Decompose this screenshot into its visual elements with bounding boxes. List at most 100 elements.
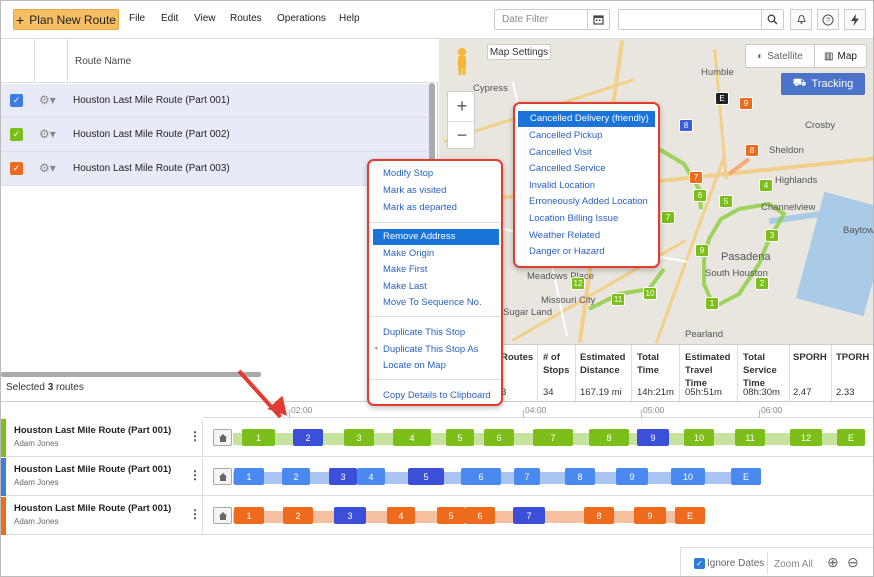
timeline-stop[interactable]: 1 [234,507,264,524]
map-marker[interactable]: 6 [693,189,707,202]
menu-file[interactable]: File [129,13,145,24]
menu-item-modify-stop[interactable]: Modify Stop [369,166,501,182]
timeline-stop[interactable]: 6 [461,468,501,485]
timeline-stop[interactable]: E [675,507,705,524]
table-row[interactable]: ✓ ⚙▾ Houston Last Mile Route (Part 001) [1,84,433,118]
map-marker[interactable]: 8 [745,144,759,157]
more-options-icon[interactable]: ⋮ [189,468,201,482]
timeline-stop[interactable]: 3 [344,429,374,446]
zoom-out-button[interactable]: − [448,121,476,149]
menu-item-mark-visited[interactable]: Mark as visited [369,183,501,199]
zoom-in-icon[interactable]: ⊕ [827,554,839,571]
map-settings-button[interactable]: Map Settings [487,44,551,60]
menu-item-billing-issue[interactable]: Location Billing Issue [515,211,658,227]
timeline-stop[interactable]: 2 [293,429,323,446]
timeline-stop[interactable]: 9 [616,468,648,485]
satellite-button[interactable]: ◐ Satellite [746,45,814,67]
timeline-stop[interactable]: 5 [408,468,444,485]
date-filter-input[interactable]: Date Filter [494,9,610,30]
timeline-stop[interactable]: 4 [357,468,385,485]
timeline-route-label[interactable]: Houston Last Mile Route (Part 001) Adam … [1,497,203,535]
map-marker[interactable]: 2 [755,277,769,290]
timeline-stop[interactable]: E [731,468,761,485]
menu-item-make-first[interactable]: Make First [369,262,501,278]
timeline-stop[interactable]: 5 [437,507,465,524]
timeline-stop[interactable]: 7 [513,507,545,524]
map-marker[interactable]: 7 [661,211,675,224]
timeline-stop[interactable]: 4 [393,429,431,446]
more-options-icon[interactable]: ⋮ [189,507,201,521]
menu-item-danger-hazard[interactable]: Danger or Hazard [515,244,658,260]
menu-item-cancelled-service[interactable]: Cancelled Service [515,161,658,177]
menu-item-cancelled-visit[interactable]: Cancelled Visit [515,145,658,161]
menu-help[interactable]: Help [339,13,360,24]
plan-new-route-button[interactable]: + Plan New Route [13,9,119,30]
menu-item-make-origin[interactable]: Make Origin [369,246,501,262]
route-name-header[interactable]: Route Name [75,56,131,67]
map-marker[interactable]: 11 [611,293,625,306]
gear-icon[interactable]: ⚙▾ [39,93,56,107]
zoom-out-icon[interactable]: ⊖ [847,554,859,571]
timeline-stop[interactable]: 7 [514,468,540,485]
menu-item-duplicate-stop-as[interactable]: Duplicate This Stop As [369,342,501,358]
more-options-icon[interactable]: ⋮ [189,429,201,443]
menu-item-cancelled-delivery[interactable]: Cancelled Delivery (friendly) [518,111,655,127]
timeline-stop[interactable]: 7 [533,429,573,446]
menu-view[interactable]: View [194,13,216,24]
bell-icon[interactable] [790,9,812,30]
home-icon[interactable] [213,507,232,524]
timeline-stop[interactable]: 6 [484,429,514,446]
timeline-stop[interactable]: 9 [634,507,666,524]
timeline-stop[interactable]: 8 [589,429,629,446]
timeline-stop[interactable]: 2 [282,468,310,485]
menu-item-move-sequence[interactable]: Move To Sequence No. [369,295,501,311]
search-icon[interactable] [761,10,783,29]
map-marker[interactable]: 3 [765,229,779,242]
timeline-stop[interactable]: 3 [334,507,366,524]
calendar-icon[interactable] [587,10,609,29]
gear-icon[interactable]: ⚙▾ [39,161,56,175]
help-icon[interactable]: ? [817,9,839,30]
timeline-stop[interactable]: 6 [465,507,495,524]
timeline-route-label[interactable]: Houston Last Mile Route (Part 001) Adam … [1,458,203,496]
timeline-route-label[interactable]: Houston Last Mile Route (Part 001) Adam … [1,419,203,457]
map-marker[interactable]: E [715,92,729,105]
timeline-stop[interactable]: 1 [242,429,275,446]
menu-routes[interactable]: Routes [230,13,262,24]
timeline-stop[interactable]: 9 [637,429,669,446]
search-input[interactable] [618,9,784,30]
zoom-in-button[interactable]: + [448,92,476,120]
timeline-stop[interactable]: 12 [790,429,822,446]
menu-item-weather[interactable]: Weather Related [515,228,658,244]
menu-item-invalid-location[interactable]: Invalid Location [515,178,658,194]
timeline-stop[interactable]: 1 [234,468,264,485]
ignore-dates-checkbox[interactable]: ✓ [694,558,705,569]
zoom-all-button[interactable]: Zoom All [774,559,813,570]
timeline-stop[interactable]: 2 [283,507,313,524]
menu-item-locate-map[interactable]: Locate on Map [369,358,501,374]
menu-item-copy-details[interactable]: Copy Details to Clipboard [369,388,501,404]
menu-item-make-last[interactable]: Make Last [369,279,501,295]
timeline-stop[interactable]: 10 [684,429,714,446]
menu-operations[interactable]: Operations [277,13,326,24]
lightning-icon[interactable] [844,9,866,30]
menu-item-remove-address[interactable]: Remove Address [373,229,499,245]
row-checkbox[interactable]: ✓ [10,162,23,175]
home-icon[interactable] [213,468,232,485]
map-marker[interactable]: 5 [719,195,733,208]
gear-icon[interactable]: ⚙▾ [39,127,56,141]
menu-item-mark-departed[interactable]: Mark as departed [369,200,501,216]
map-marker[interactable]: 1 [705,297,719,310]
timeline-stop[interactable]: 11 [735,429,765,446]
timeline-stop[interactable]: 8 [584,507,614,524]
home-icon[interactable] [213,429,232,446]
timeline-stop[interactable]: 3 [329,468,357,485]
table-row[interactable]: ✓ ⚙▾ Houston Last Mile Route (Part 002) [1,118,433,152]
map-marker[interactable]: 7 [689,171,703,184]
timeline-stop[interactable]: 10 [671,468,705,485]
timeline-stop[interactable]: E [837,429,865,446]
menu-item-erroneous-location[interactable]: Erroneously Added Location [515,194,658,210]
map-marker[interactable]: 8 [679,119,693,132]
timeline-stop[interactable]: 5 [446,429,474,446]
map-marker[interactable]: 9 [695,244,709,257]
